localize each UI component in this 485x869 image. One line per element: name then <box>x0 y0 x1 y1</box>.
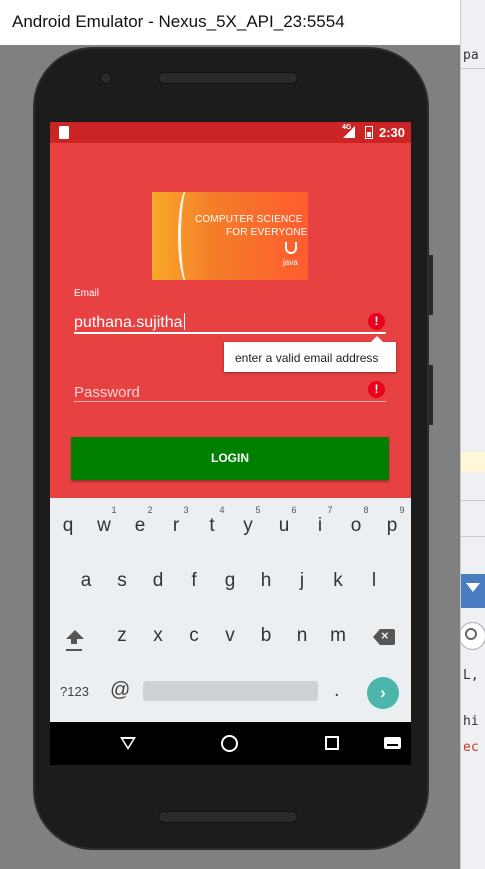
ide-code-fragment: hi <box>463 714 479 729</box>
key-z[interactable]: z <box>107 625 137 647</box>
email-label: Email <box>74 288 100 299</box>
key-m[interactable]: m <box>323 625 353 647</box>
key-f[interactable]: f <box>179 570 209 592</box>
ide-code-fragment: pa <box>463 48 479 63</box>
text-cursor <box>183 313 185 330</box>
key-hint: 8 <box>363 505 369 515</box>
network-type: 4G <box>342 124 352 131</box>
key-k[interactable]: k <box>323 570 353 592</box>
recents-icon[interactable] <box>325 736 339 750</box>
key-l[interactable]: l <box>359 570 389 592</box>
status-clock: 2:30 <box>379 125 406 140</box>
key-y[interactable]: y <box>233 515 263 537</box>
volume-button[interactable] <box>429 255 433 315</box>
device-screen: 4G 2:30 COMPUTER SCIENCE FOR EVERYONE ja… <box>50 122 411 765</box>
navigation-bar <box>50 722 411 765</box>
ide-divider <box>461 68 485 69</box>
key-g[interactable]: g <box>215 570 245 592</box>
key-h[interactable]: h <box>251 570 281 592</box>
ide-search-button[interactable] <box>461 622 485 650</box>
key-hint: 5 <box>255 505 261 515</box>
key-hint: 3 <box>183 505 189 515</box>
space-key[interactable] <box>143 681 318 701</box>
banner-subtitle: FOR EVERYONE <box>226 227 308 238</box>
key-v[interactable]: v <box>215 625 245 647</box>
password-error-icon[interactable]: ! <box>368 381 385 398</box>
ide-panel: pa L, hi ec <box>460 0 485 869</box>
email-input-value: puthana.sujitha <box>74 314 183 331</box>
email-error-tooltip: enter a valid email address <box>224 336 396 372</box>
back-icon[interactable] <box>120 737 136 750</box>
key-w[interactable]: w <box>89 515 119 537</box>
key-hint: 1 <box>111 505 117 515</box>
emulator-title-bar: Android Emulator - Nexus_5X_API_23:5554 <box>0 0 460 45</box>
key-n[interactable]: n <box>287 625 317 647</box>
front-camera <box>100 72 112 84</box>
backspace-icon-x: × <box>381 628 389 643</box>
key-t[interactable]: t <box>197 515 227 537</box>
ide-code-fragment: L, <box>463 668 479 683</box>
ide-dropdown-button[interactable] <box>461 574 485 608</box>
shift-key[interactable] <box>64 630 84 654</box>
search-icon <box>465 628 477 640</box>
ide-highlight <box>461 452 485 472</box>
keyboard-switch-icon[interactable] <box>384 737 401 749</box>
ide-divider <box>461 500 485 501</box>
battery-icon <box>365 126 373 139</box>
key-o[interactable]: o <box>341 515 371 537</box>
key-e[interactable]: e <box>125 515 155 537</box>
sd-card-icon <box>59 126 69 139</box>
app-banner-image: COMPUTER SCIENCE FOR EVERYONE java <box>152 192 308 280</box>
key-d[interactable]: d <box>143 570 173 592</box>
key-hint: 2 <box>147 505 153 515</box>
password-underline <box>74 401 386 402</box>
error-message: enter a valid email address <box>235 351 379 365</box>
period-key[interactable]: . <box>334 679 340 702</box>
shift-icon-stem <box>71 639 77 644</box>
power-button[interactable] <box>429 365 433 425</box>
email-input[interactable]: puthana.sujitha <box>74 313 185 332</box>
key-c[interactable]: c <box>179 625 209 647</box>
top-speaker <box>158 72 298 84</box>
key-p[interactable]: p <box>377 515 407 537</box>
shift-icon <box>66 630 84 639</box>
key-r[interactable]: r <box>161 515 191 537</box>
ide-code-fragment: ec <box>463 740 479 755</box>
chevron-down-icon <box>466 583 480 592</box>
enter-key[interactable]: › <box>367 677 399 709</box>
at-key[interactable]: @ <box>110 679 130 702</box>
banner-title: COMPUTER SCIENCE <box>195 214 303 225</box>
home-icon[interactable] <box>221 735 238 752</box>
key-s[interactable]: s <box>107 570 137 592</box>
email-underline <box>74 332 386 334</box>
key-hint: 7 <box>327 505 333 515</box>
chevron-right-icon: › <box>380 683 386 702</box>
key-hint: 4 <box>219 505 225 515</box>
key-x[interactable]: x <box>143 625 173 647</box>
email-error-icon[interactable]: ! <box>368 313 385 330</box>
banner-curve <box>178 192 200 280</box>
shift-icon-underline <box>66 649 82 651</box>
key-a[interactable]: a <box>71 570 101 592</box>
key-q[interactable]: q <box>53 515 83 537</box>
key-j[interactable]: j <box>287 570 317 592</box>
bottom-speaker <box>158 811 298 823</box>
key-hint: 9 <box>399 505 405 515</box>
key-hint: 6 <box>291 505 297 515</box>
login-button[interactable]: LOGIN <box>71 437 389 480</box>
ide-divider <box>461 536 485 537</box>
window-title: Android Emulator - Nexus_5X_API_23:5554 <box>12 12 345 31</box>
status-bar: 4G 2:30 <box>50 122 411 143</box>
key-b[interactable]: b <box>251 625 281 647</box>
soft-keyboard: 1 2 3 4 5 6 7 8 9 0 q w e r t y u i o p … <box>50 498 411 722</box>
key-i[interactable]: i <box>305 515 335 537</box>
java-logo-icon <box>285 242 297 254</box>
backspace-key[interactable]: × <box>373 628 395 645</box>
key-u[interactable]: u <box>269 515 299 537</box>
java-label: java <box>283 258 298 267</box>
symbols-key[interactable]: ?123 <box>60 684 89 699</box>
